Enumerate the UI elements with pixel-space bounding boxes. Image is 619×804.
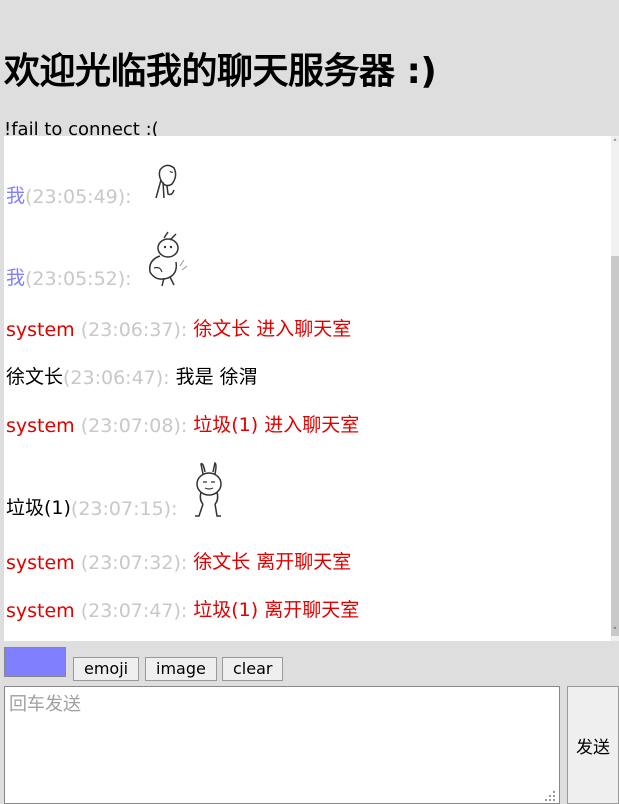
message-time: (23:05:49): — [25, 186, 132, 208]
clear-button[interactable]: clear — [222, 657, 284, 681]
scroll-up-icon[interactable]: ˄ — [611, 138, 619, 150]
message-text: 垃圾(1) 进入聊天室 — [193, 414, 360, 436]
message-time: (23:07:08): — [80, 415, 188, 437]
chat-message: system (23:06:37): 徐文长 进入聊天室 — [6, 314, 351, 341]
scroll-down-icon[interactable]: ˅ — [611, 626, 619, 638]
message-time: (23:05:52): — [25, 268, 132, 290]
sender-name: system — [6, 319, 75, 341]
scroll-thumb[interactable] — [611, 256, 619, 636]
chat-message: system (23:07:47): 垃圾(1) 离开聊天室 — [6, 595, 359, 622]
sender-name: 徐文长 — [6, 366, 64, 388]
sender-name: 垃圾(1) — [6, 497, 71, 519]
sender-name: system — [6, 552, 75, 574]
message-time: (23:07:47): — [80, 600, 188, 622]
chat-message: system (23:07:08): 垃圾(1) 进入聊天室 — [6, 410, 359, 437]
resize-grip-icon[interactable] — [544, 790, 556, 802]
sender-name: system — [6, 600, 75, 622]
chat-scrollbar[interactable]: ˄ ˅ — [611, 136, 619, 641]
message-time: (23:07:32): — [80, 552, 188, 574]
sitting-figure-sticker — [154, 164, 176, 199]
chat-message: 垃圾(1) (23:07:15): — [6, 460, 235, 520]
message-time: (23:06:47): — [63, 367, 170, 389]
message-text: 徐文长 离开聊天室 — [193, 551, 352, 573]
sender-name: 我 — [6, 185, 26, 207]
chat-message: 我 (23:05:49): — [6, 158, 190, 208]
sender-name: system — [6, 415, 75, 437]
message-time: (23:07:15): — [70, 498, 178, 520]
message-time: (23:06:37): — [80, 319, 188, 341]
image-button[interactable]: image — [145, 657, 217, 681]
page-title: 欢迎光临我的聊天服务器 :) — [4, 51, 437, 92]
send-button[interactable]: 发送 — [567, 686, 619, 804]
message-text: 我是 徐渭 — [175, 366, 258, 388]
message-input[interactable] — [4, 686, 560, 804]
message-text: 徐文长 进入聊天室 — [193, 318, 352, 340]
color-picker[interactable] — [4, 647, 66, 677]
message-text: 垃圾(1) 离开聊天室 — [193, 599, 360, 621]
dancing-rabbit-sticker — [148, 231, 187, 287]
sender-name: 我 — [6, 267, 26, 289]
chat-message: system (23:07:32): 徐文长 离开聊天室 — [6, 547, 351, 574]
emoji-button[interactable]: emoji — [73, 657, 140, 681]
chat-message: 我 (23:05:52): — [6, 230, 194, 290]
standing-rabbit-sticker — [195, 461, 223, 517]
chat-message: 徐文长 (23:06:47): 我是 徐渭 — [6, 362, 258, 389]
chat-history[interactable]: 我 (23:05:49): 我 (23:05:52): system (23:0… — [4, 136, 611, 641]
